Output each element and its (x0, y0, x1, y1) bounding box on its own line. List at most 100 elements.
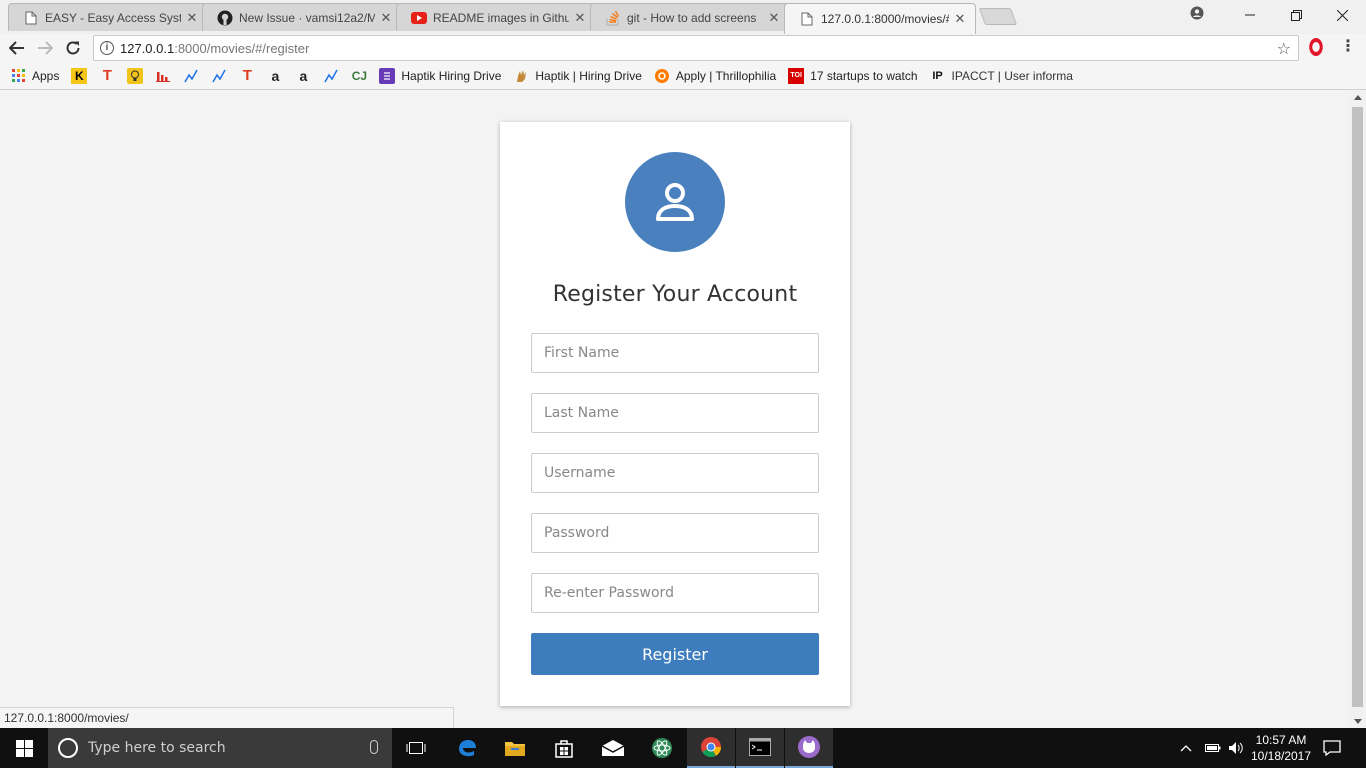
clock-date: 10/18/2017 (1250, 749, 1312, 763)
tab-github-issue[interactable]: New Issue · vamsi12a2/M ✕ (202, 3, 402, 31)
bookmark-bulb[interactable] (127, 67, 144, 84)
bookmark-t[interactable]: T (99, 67, 115, 84)
mail-icon[interactable] (589, 728, 637, 768)
trend-icon (323, 68, 339, 84)
chrome-icon[interactable] (687, 728, 735, 768)
system-clock[interactable]: 10:57 AM 10/18/2017 (1248, 732, 1314, 764)
user-icon (656, 183, 694, 221)
cj-logo-icon: CJ (351, 68, 368, 83)
youtube-icon (411, 10, 427, 26)
taskbar: Type here to search 10:57 AM 10/18/2017 (0, 728, 1366, 768)
tab-strip: EASY - Easy Access Syste ✕ New Issue · v… (0, 0, 1366, 34)
tab-readme-images[interactable]: README images in Githu ✕ (396, 3, 596, 31)
bookmark-amazon-1[interactable]: a (267, 68, 283, 84)
battery-icon[interactable] (1205, 728, 1221, 768)
status-url-bubble: 127.0.0.1:8000/movies/ (0, 707, 454, 728)
task-view-icon[interactable] (392, 728, 440, 768)
t-logo-icon: T (102, 67, 112, 84)
scroll-down-arrow[interactable] (1354, 719, 1362, 724)
bookmark-apps[interactable]: Apps (10, 68, 59, 84)
bookmark-trend-2[interactable] (211, 68, 227, 84)
bookmark-trend-3[interactable] (323, 68, 339, 84)
register-button[interactable]: Register (531, 633, 819, 675)
amazon-icon: a (271, 67, 280, 84)
password-input[interactable] (531, 513, 819, 553)
k-logo-icon: K (71, 67, 88, 84)
show-hidden-icons[interactable] (1180, 728, 1192, 768)
thrillophilia-icon (654, 68, 670, 84)
bookmark-k[interactable]: K (71, 67, 88, 84)
terminal-icon[interactable] (736, 728, 784, 768)
bookmark-star-icon[interactable]: ☆ (1277, 39, 1291, 59)
first-name-input[interactable] (531, 333, 819, 373)
profile-icon[interactable] (1190, 6, 1210, 24)
close-window-button[interactable] (1319, 0, 1365, 30)
back-button[interactable] (6, 37, 28, 59)
menu-icon[interactable]: ⋮ (1340, 38, 1356, 56)
bookmark-ipacct[interactable]: IP IPACCT | User informa (930, 68, 1073, 84)
close-icon[interactable]: ✕ (379, 10, 393, 26)
bookmark-bars[interactable] (155, 68, 171, 84)
stackoverflow-icon (605, 10, 621, 26)
page-icon (23, 10, 39, 26)
tab-title: EASY - Easy Access Syste (45, 10, 181, 25)
reload-button[interactable] (62, 37, 84, 59)
opera-icon[interactable] (1309, 38, 1323, 56)
bookmark-trend-1[interactable] (183, 68, 199, 84)
bookmark-amazon-2[interactable]: a (295, 68, 311, 84)
microphone-icon[interactable] (370, 740, 378, 754)
bookmark-startups[interactable]: TOI 17 startups to watch (788, 67, 918, 84)
tab-title: New Issue · vamsi12a2/M (239, 10, 375, 25)
edge-icon[interactable] (443, 728, 491, 768)
tab-register-active[interactable]: 127.0.0.1:8000/movies/#/ ✕ (784, 3, 976, 34)
clock-time: 10:57 AM (1255, 733, 1307, 747)
reenter-password-input[interactable] (531, 573, 819, 613)
browser-toolbar: i 127.0.0.1:8000/movies/#/register ☆ (0, 34, 1366, 62)
page-scrollbar[interactable] (1350, 91, 1366, 728)
address-bar[interactable]: i 127.0.0.1:8000/movies/#/register ☆ (93, 35, 1299, 61)
github-icon (217, 10, 233, 26)
tab-git-screenshots[interactable]: git - How to add screens ✕ (590, 3, 790, 31)
page-title: Register Your Account (552, 282, 798, 307)
minimize-button[interactable] (1227, 0, 1273, 30)
bookmark-haptik-hiring[interactable]: Haptik | Hiring Drive (513, 68, 642, 84)
forward-button[interactable] (34, 37, 56, 59)
atom-icon[interactable] (638, 728, 686, 768)
close-icon[interactable]: ✕ (185, 10, 199, 26)
notifications-icon[interactable] (1323, 728, 1341, 768)
last-name-input[interactable] (531, 393, 819, 433)
form-icon (379, 67, 396, 84)
scroll-up-arrow[interactable] (1354, 95, 1362, 100)
bookmark-t-2[interactable]: T (239, 67, 255, 84)
tab-title: 127.0.0.1:8000/movies/#/ (821, 12, 949, 26)
github-desktop-icon[interactable] (785, 728, 833, 768)
t-logo-icon: T (242, 67, 252, 84)
info-icon[interactable]: i (100, 41, 114, 55)
windows-start-icon[interactable] (0, 728, 48, 768)
close-icon[interactable]: ✕ (953, 11, 967, 27)
ip-logo-icon: IP (932, 69, 943, 82)
close-icon[interactable]: ✕ (767, 10, 781, 26)
close-icon[interactable]: ✕ (573, 10, 587, 26)
bulb-icon (127, 67, 144, 84)
trend-icon (183, 68, 199, 84)
scroll-thumb[interactable] (1352, 107, 1363, 707)
volume-icon[interactable] (1228, 728, 1244, 768)
cortana-icon[interactable] (58, 738, 78, 758)
tab-title: README images in Githu (433, 10, 569, 25)
register-card: Register Your Account Register (500, 122, 850, 706)
file-explorer-icon[interactable] (491, 728, 539, 768)
bookmark-haptik-drive[interactable]: Haptik Hiring Drive (379, 67, 501, 84)
new-tab-button[interactable] (978, 8, 1018, 25)
username-input[interactable] (531, 453, 819, 493)
bookmark-cj[interactable]: CJ (351, 68, 367, 84)
tab-easy[interactable]: EASY - Easy Access Syste ✕ (8, 3, 208, 31)
taskbar-search[interactable]: Type here to search (48, 728, 392, 768)
bookmark-thrillophilia[interactable]: Apply | Thrillophilia (654, 68, 776, 84)
toi-icon: TOI (788, 67, 805, 84)
page-icon (799, 11, 815, 27)
tab-title: git - How to add screens (627, 10, 757, 25)
avatar (625, 152, 725, 252)
store-icon[interactable] (540, 728, 588, 768)
restore-button[interactable] (1273, 0, 1319, 30)
